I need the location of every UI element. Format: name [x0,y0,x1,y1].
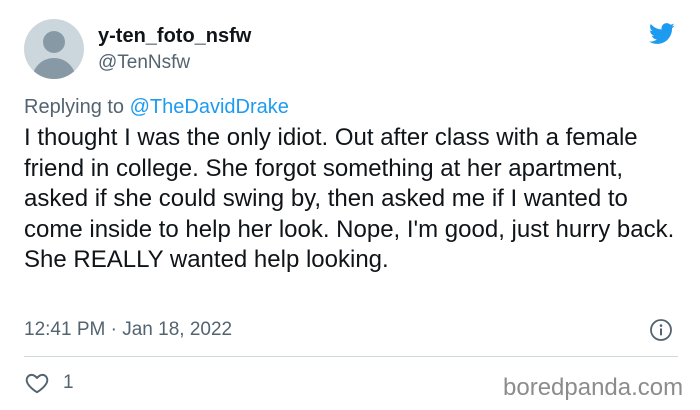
replying-to-label: Replying to [24,96,130,118]
tweet-timestamp[interactable]: 12:41 PM · Jan 18, 2022 [24,318,232,342]
like-count: 1 [63,372,74,393]
avatar[interactable] [24,19,84,79]
display-name[interactable]: y-ten_foto_nsfw [98,24,251,48]
avatar-body-shape [32,58,76,79]
replying-to-mention-link[interactable]: @TheDavidDrake [130,96,289,118]
twitter-bird-icon[interactable] [646,20,677,47]
tweet-card: y-ten_foto_nsfw @TenNsfw Replying to @Th… [0,0,700,410]
heart-icon[interactable] [24,370,50,396]
user-handle[interactable]: @TenNsfw [98,51,190,74]
replying-to-line: Replying to @TheDavidDrake [24,95,289,119]
watermark-text: boredpanda.com [503,374,684,401]
info-icon[interactable] [649,318,673,342]
tweet-time: 12:41 PM [24,319,106,340]
divider [24,356,678,357]
avatar-head-shape [43,31,65,53]
tweet-text: I thought I was the only idiot. Out afte… [24,124,675,273]
tweet-date: Jan 18, 2022 [122,319,233,340]
timestamp-separator: · [105,319,123,340]
